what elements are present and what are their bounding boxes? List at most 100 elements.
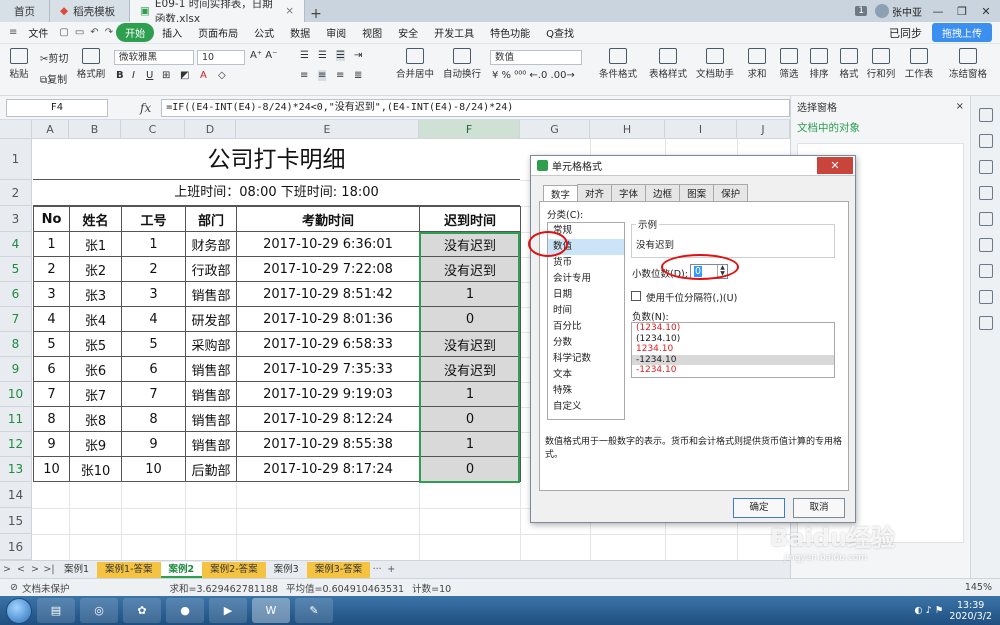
table-cell[interactable]: 5 (33, 331, 70, 357)
tab-document[interactable]: ▣ E09-1 时间实排表，日期函数.xlsx × (130, 0, 305, 25)
print-icon[interactable]: ▭ (72, 27, 87, 38)
save-icon[interactable]: ▢ (56, 27, 71, 38)
table-cell[interactable]: 7 (121, 381, 186, 407)
header-cell[interactable]: 工号 (121, 206, 186, 232)
late-cell[interactable]: 0 (419, 306, 521, 332)
align-center-icon[interactable]: ≡ (318, 70, 327, 81)
column-header-g[interactable]: G (520, 120, 590, 139)
column-header-j[interactable]: J (737, 120, 790, 139)
table-cell[interactable]: 张8 (69, 406, 122, 432)
row-header[interactable]: 16 (0, 534, 32, 560)
late-cell[interactable]: 没有迟到 (419, 231, 521, 257)
table-cell[interactable]: 3 (121, 281, 186, 307)
late-cell[interactable]: 1 (419, 281, 521, 307)
late-cell[interactable]: 0 (419, 456, 521, 482)
border-icon[interactable]: ⊞ (162, 70, 170, 81)
image-icon[interactable] (978, 186, 993, 200)
underline-button[interactable]: U (146, 70, 153, 81)
undo-icon[interactable]: ↶ (87, 27, 101, 38)
row-header[interactable]: 7 (0, 307, 32, 332)
row-header[interactable]: 6 (0, 282, 32, 307)
table-cell[interactable]: 1 (33, 231, 70, 257)
search-button[interactable]: Q查找 (538, 25, 582, 40)
table-cell[interactable]: 销售部 (185, 281, 237, 307)
row-header[interactable]: 12 (0, 432, 32, 457)
menu-page-layout[interactable]: 页面布局 (190, 25, 246, 40)
work-hours-cell[interactable]: 上班时间：08:00 下班时间: 18:00 (33, 180, 520, 206)
table-cell[interactable]: 2 (121, 256, 186, 282)
currency-icon[interactable]: ¥ % ⁰⁰⁰ ←.0 .00→ (492, 70, 575, 81)
wps-icon[interactable]: W (252, 598, 290, 623)
table-cell[interactable]: 10 (33, 456, 70, 482)
clear-icon[interactable]: ◇ (218, 70, 226, 81)
category-accounting[interactable]: 会计专用 (548, 271, 624, 287)
merge-center-button[interactable]: 合并居中 (394, 48, 436, 80)
category-time[interactable]: 时间 (548, 303, 624, 319)
column-header-e[interactable]: E (236, 120, 419, 139)
new-tab-button[interactable]: + (305, 6, 327, 22)
table-cell[interactable]: 张3 (69, 281, 122, 307)
table-cell[interactable]: 2017-10-29 6:36:01 (236, 231, 420, 257)
align-bottom-icon[interactable]: ☰ (336, 50, 345, 61)
menu-insert[interactable]: 插入 (154, 25, 190, 40)
negative-numbers-list[interactable]: (1234.10) (1234.10) 1234.10 -1234.10 -12… (631, 322, 835, 378)
row-header[interactable]: 8 (0, 332, 32, 357)
paint-icon[interactable]: ✎ (295, 598, 333, 623)
table-cell[interactable]: 销售部 (185, 406, 237, 432)
negative-option[interactable]: (1234.10) (632, 323, 834, 334)
font-size-select[interactable]: 10 (197, 50, 245, 65)
clock[interactable]: 13:39 2020/3/2 (949, 600, 992, 622)
table-cell[interactable]: 2017-10-29 9:19:03 (236, 381, 420, 407)
category-percentage[interactable]: 百分比 (548, 319, 624, 335)
negative-option[interactable]: 1234.10 (632, 344, 834, 355)
close-window-icon[interactable]: ✕ (978, 5, 994, 18)
font-name-select[interactable]: 微软雅黑 (114, 50, 194, 65)
tab-font[interactable]: 字体 (611, 184, 647, 201)
tab-border[interactable]: 边框 (645, 184, 681, 201)
close-pane-icon[interactable]: × (956, 101, 964, 112)
table-cell[interactable]: 销售部 (185, 356, 237, 382)
tab-templates[interactable]: ◆ 稻壳模板 (50, 0, 130, 22)
scroll-prev-icon[interactable]: < (14, 564, 28, 575)
dialog-close-icon[interactable]: ✕ (817, 157, 853, 174)
category-currency[interactable]: 货币 (548, 255, 624, 271)
photos-icon[interactable]: ✿ (123, 598, 161, 623)
late-cell[interactable]: 没有迟到 (419, 331, 521, 357)
column-header-b[interactable]: B (69, 120, 121, 139)
header-cell[interactable]: No (33, 206, 70, 232)
tab-number[interactable]: 数字 (543, 185, 579, 202)
fill-color-icon[interactable]: ◩ (180, 70, 189, 81)
category-text[interactable]: 文本 (548, 367, 624, 383)
share-icon[interactable] (978, 290, 993, 304)
backup-icon[interactable] (978, 264, 993, 278)
scroll-last-icon[interactable]: >| (42, 564, 56, 575)
table-cell[interactable]: 9 (121, 431, 186, 457)
table-cell[interactable]: 8 (121, 406, 186, 432)
format-painter-button[interactable]: 格式刷 (76, 48, 106, 80)
table-cell[interactable]: 2 (33, 256, 70, 282)
style-icon[interactable] (978, 134, 993, 148)
table-cell[interactable]: 8 (33, 406, 70, 432)
filter-button[interactable]: 筛选 (776, 48, 802, 80)
menu-developer[interactable]: 开发工具 (426, 25, 482, 40)
format-button[interactable]: 格式 (836, 48, 862, 80)
menu-start[interactable]: 开始 (116, 23, 155, 42)
table-cell[interactable]: 5 (121, 331, 186, 357)
late-cell[interactable]: 没有迟到 (419, 256, 521, 282)
worksheet-button[interactable]: 工作表 (904, 48, 934, 80)
upload-button[interactable]: 拖拽上传 (932, 23, 992, 42)
table-cell[interactable]: 4 (121, 306, 186, 332)
column-header-d[interactable]: D (185, 120, 236, 139)
table-cell[interactable]: 张1 (69, 231, 122, 257)
table-cell[interactable]: 2017-10-29 8:17:24 (236, 456, 420, 482)
sheet-tab-case2-answer[interactable]: 案例2-答案 (202, 561, 266, 578)
row-header[interactable]: 10 (0, 382, 32, 407)
thousands-separator-checkbox[interactable] (631, 291, 641, 301)
hamburger-icon[interactable]: ≡ (6, 27, 20, 38)
close-tab-icon[interactable]: × (285, 5, 294, 17)
align-middle-icon[interactable]: ☰ (318, 50, 327, 61)
column-header-c[interactable]: C (121, 120, 185, 139)
table-cell[interactable]: 4 (33, 306, 70, 332)
table-cell[interactable]: 张10 (69, 456, 122, 482)
column-header-f[interactable]: F (419, 120, 520, 139)
